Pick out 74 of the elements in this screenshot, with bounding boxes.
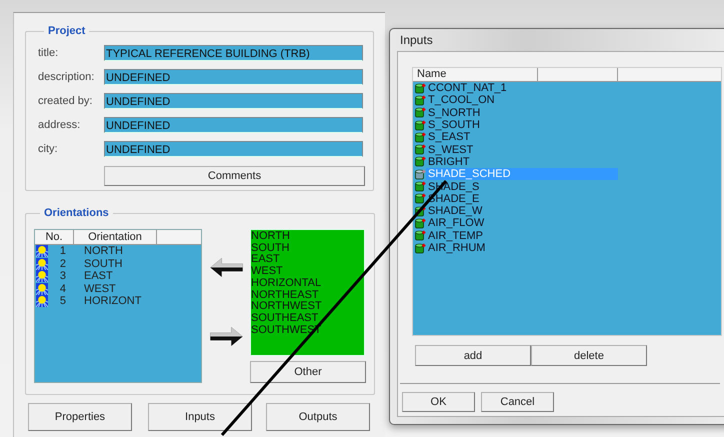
comments-button[interactable]: Comments [104,166,365,186]
cylinder-icon [415,242,426,254]
cylinder-icon [415,94,426,106]
cancel-button[interactable]: Cancel [481,392,554,412]
list-item[interactable]: HORIZONTAL [251,278,364,290]
list-item[interactable]: NORTHEAST [251,290,364,302]
cylinder-icon [415,120,426,131]
tab-button[interactable]: Properties [28,403,132,431]
cylinder-icon [415,218,426,229]
table-cell: SOUTH [84,258,122,270]
field-label: city: [38,143,59,155]
tab-button[interactable]: Outputs [266,403,370,431]
left-arrow-icon[interactable] [209,257,244,278]
tab-button[interactable]: Inputs [148,403,252,431]
ok-button[interactable]: OK [402,392,475,412]
text-field[interactable]: UNDEFINED [104,69,363,85]
column-header: Orientation [74,230,157,245]
cylinder-icon [415,107,426,118]
group-legend: Orientations [40,207,113,219]
cylinder-icon [415,230,426,242]
list-item[interactable]: BRIGHT [426,156,618,168]
right-arrow-icon[interactable] [209,326,244,347]
cylinder-icon [415,168,426,180]
table-cell: WEST [84,282,116,295]
table-cell-text: 3 [58,270,66,282]
sun-icon [36,245,48,258]
field-label: title: [38,47,60,59]
list-item[interactable]: SHADE_W [426,205,618,218]
table-cell-text: 5 [58,295,66,308]
list-item[interactable]: S_WEST [426,144,618,156]
column-header: Name [413,68,538,82]
text-field[interactable]: UNDEFINED [104,93,363,109]
sun-icon [36,295,48,308]
cylinder-icon [415,181,426,192]
list-item[interactable]: AIR_TEMP [426,230,618,242]
table-cell: NORTH [84,245,123,258]
table-cell: EAST [84,270,113,282]
text-field[interactable]: UNDEFINED [104,141,363,157]
list-item[interactable]: CCONT_NAT_1 [426,82,618,94]
field-label: created by: [38,95,94,107]
list-item[interactable]: SOUTHEAST [251,312,364,325]
other-button[interactable]: Other [250,361,366,383]
sun-icon [36,258,48,270]
text-field[interactable]: TYPICAL REFERENCE BUILDING (TRB) [104,45,363,61]
text-field[interactable]: UNDEFINED [104,117,363,133]
field-label: address: [38,119,82,131]
table-cell-text: 1 [58,245,66,258]
window-title: Inputs [399,32,434,49]
list-item[interactable]: NORTHWEST [251,301,364,313]
cylinder-icon [415,132,426,143]
table-cell-text: 4 [58,282,66,295]
list-item[interactable]: S_EAST [426,131,618,144]
cylinder-icon [415,193,426,204]
list-item[interactable]: T_COOL_ON [426,94,618,106]
list-item[interactable]: WEST [251,266,364,278]
cylinder-icon [415,82,426,94]
cylinder-icon [415,156,426,168]
field-label: description: [38,71,96,83]
list-item[interactable]: S_NORTH [426,106,618,119]
list-item[interactable]: S_SOUTH [426,119,618,132]
list-item[interactable]: AIR_RHUM [426,242,618,254]
add-button[interactable]: add [415,345,531,366]
sun-icon [36,270,48,282]
list-item[interactable]: EAST [251,254,364,266]
group-legend: Project [44,25,90,37]
delete-button[interactable]: delete [531,345,647,366]
list-item[interactable]: SOUTH [251,242,364,254]
cylinder-icon [415,144,426,156]
cylinder-icon [415,206,426,217]
list-item[interactable]: AIR_FLOW [426,217,618,230]
list-item[interactable]: NORTH [251,231,364,243]
table-cell-text: 2 [58,258,66,270]
sun-icon [36,282,48,295]
table-cell: HORIZONT [84,295,142,308]
